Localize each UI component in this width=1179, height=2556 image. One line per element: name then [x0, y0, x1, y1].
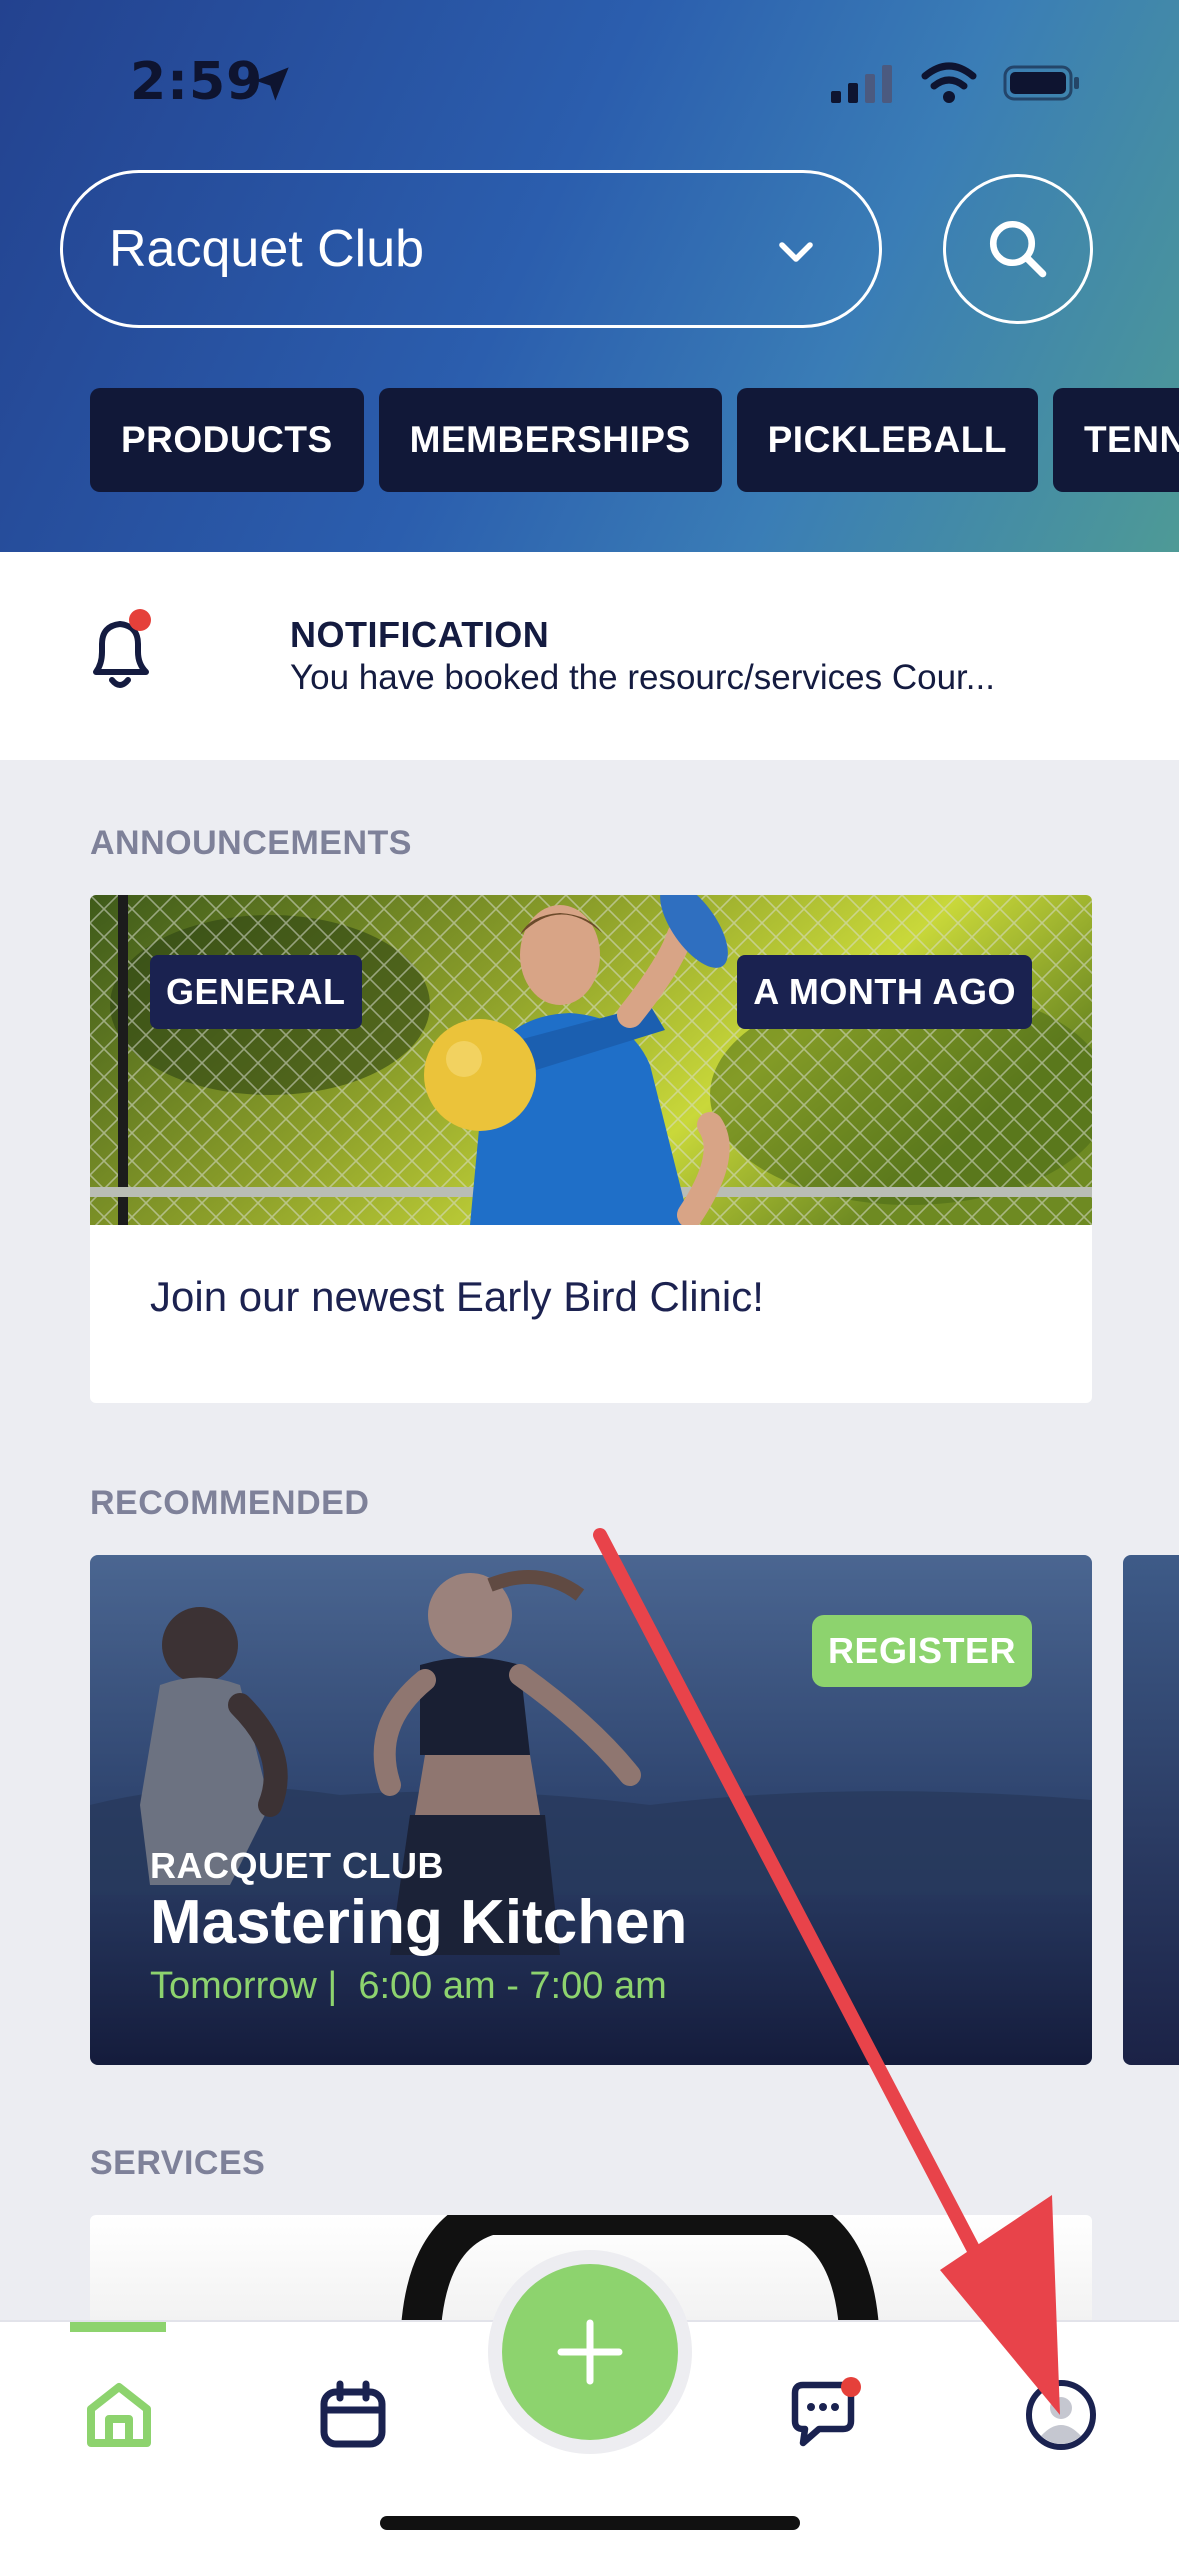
- club-select-value: Racquet Club: [109, 220, 425, 278]
- notification-title: NOTIFICATION: [290, 614, 550, 655]
- wifi-icon: [921, 62, 977, 103]
- calendar-icon: [320, 2380, 386, 2448]
- add-icon: [557, 2319, 623, 2385]
- active-tab-indicator: [70, 2322, 166, 2332]
- announcement-text: Join our newest Early Bird Clinic!: [150, 1273, 764, 1320]
- announcements-heading: ANNOUNCEMENTS: [90, 824, 412, 862]
- status-time: 2:59: [130, 52, 264, 112]
- register-button[interactable]: REGISTER: [811, 1615, 1032, 1687]
- battery-icon: [1003, 65, 1079, 101]
- chat-icon: [791, 2377, 861, 2447]
- time-ago-badge: A MONTH AGO: [737, 955, 1032, 1029]
- header: 2:59 Racquet Club PRODUCTS MEMBERSHIPS P…: [0, 0, 1179, 552]
- event-club-name: RACQUET CLUB: [150, 1845, 444, 1886]
- nav-home[interactable]: [74, 2370, 164, 2460]
- recommended-event-card[interactable]: REGISTER RACQUET CLUB Mastering Kitchen …: [90, 1555, 1092, 2065]
- notification-banner[interactable]: NOTIFICATION You have booked the resourc…: [0, 552, 1179, 760]
- next-recommended-card[interactable]: [1123, 1555, 1179, 2065]
- profile-icon: [1026, 2380, 1096, 2450]
- home-indicator: [380, 2516, 800, 2530]
- nav-calendar[interactable]: [308, 2370, 398, 2460]
- search-button[interactable]: [943, 174, 1093, 324]
- category-badge: GENERAL: [150, 955, 362, 1029]
- announcement-image: [90, 895, 1092, 1225]
- location-arrow-icon: [255, 67, 289, 101]
- tab-pickleball[interactable]: PICKLEBALL: [736, 388, 1038, 492]
- event-time: Tomorrow | 6:00 am - 7:00 am: [150, 1965, 667, 2007]
- services-heading: SERVICES: [90, 2144, 266, 2182]
- recommended-heading: RECOMMENDED: [90, 1484, 370, 1522]
- club-select-dropdown[interactable]: Racquet Club: [60, 170, 882, 328]
- tab-products[interactable]: PRODUCTS: [90, 388, 364, 492]
- chevron-down-icon: [779, 242, 813, 262]
- nav-messages[interactable]: [780, 2370, 870, 2460]
- home-icon: [87, 2383, 151, 2447]
- add-button[interactable]: [502, 2264, 678, 2440]
- notification-text: You have booked the resourc/services Cou…: [290, 658, 995, 697]
- tab-tennis[interactable]: TENN: [1052, 388, 1179, 492]
- announcement-card[interactable]: GENERAL A MONTH AGO Join our newest Earl…: [90, 895, 1092, 1403]
- category-tabs: PRODUCTS MEMBERSHIPS PICKLEBALL TENN: [90, 388, 1179, 492]
- cellular-signal-icon: [831, 65, 892, 103]
- status-icons: [831, 62, 1081, 104]
- nav-profile[interactable]: [1016, 2370, 1106, 2460]
- event-title: Mastering Kitchen: [150, 1888, 688, 1957]
- search-icon: [989, 220, 1047, 278]
- tab-memberships[interactable]: MEMBERSHIPS: [378, 388, 722, 492]
- bell-icon: [93, 609, 151, 688]
